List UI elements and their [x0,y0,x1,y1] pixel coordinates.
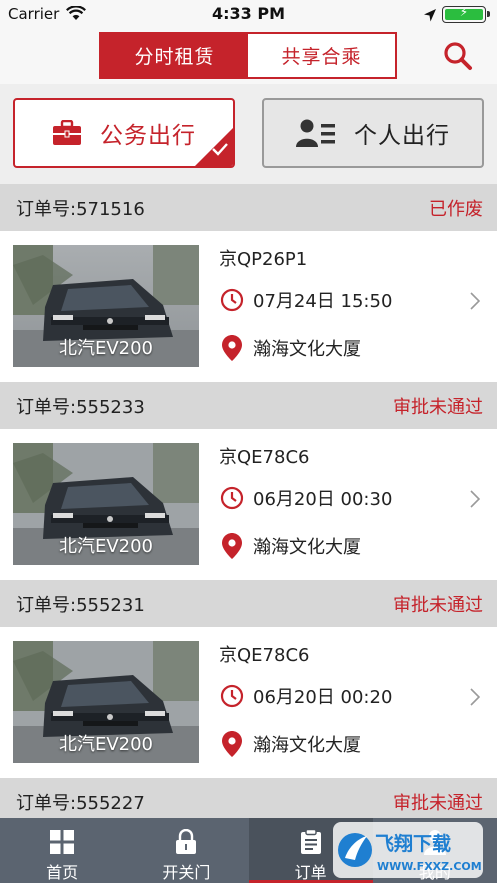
search-icon [438,42,478,80]
clock-icon [219,287,245,313]
order-number: 订单号:555227 [16,792,145,814]
grid-icon [49,829,75,855]
tab-carpool[interactable]: 共享合乘 [248,34,395,77]
order-location-row: 瀚海文化大厦 [219,533,361,559]
top-navigation: 分时租赁 共享合乘 [0,28,497,84]
order-status: 已作废 [429,198,483,220]
order-datetime: 06月20日 00:20 [253,687,393,708]
clock-icon [219,683,245,709]
order-status: 审批未通过 [393,594,483,616]
order-number: 订单号:555233 [16,396,145,418]
car-model-caption: 北汽EV200 [58,734,154,755]
order-location-row: 瀚海文化大厦 [219,335,361,361]
order-number: 订单号:555231 [16,594,145,616]
tab-home-label: 首页 [46,863,79,882]
official-trip-label: 公务出行 [100,123,196,149]
service-segmented-control: 分时租赁 共享合乘 [99,32,397,79]
tab-time-rental[interactable]: 分时租赁 [101,34,248,77]
tab-mine[interactable]: 我的 [373,818,497,883]
tab-orders[interactable]: 订单 [248,818,373,883]
personal-trip-button[interactable]: 个人出行 [262,98,484,168]
tab-home[interactable]: 首页 [0,818,124,883]
license-plate: 京QE78C6 [219,447,310,468]
order-time-row: 07月24日 15:50 [219,287,392,313]
order-status: 审批未通过 [393,396,483,418]
order-time-row: 06月20日 00:20 [219,683,392,709]
clock-icon [219,485,245,511]
car-model-caption: 北汽EV200 [58,536,154,557]
car-model-caption: 北汽EV200 [58,338,154,359]
chevron-right-icon [470,490,481,512]
order-status: 审批未通过 [393,792,483,814]
license-plate: 京QE78C6 [219,645,310,666]
order-header: 订单号:555231 审批未通过 [0,580,497,627]
order-number: 订单号:571516 [16,198,145,220]
lock-icon [175,829,197,855]
person-icon [423,829,447,855]
order-card[interactable]: 北汽EV200 京QP26P1 07月24日 15:50 瀚海文化大厦 [0,231,497,382]
order-location: 瀚海文化大厦 [253,537,361,558]
order-list: 订单号:571516 已作废 北汽EV200 京QP26P1 07月24日 15… [0,184,497,825]
order-card[interactable]: 北汽EV200 京QE78C6 06月20日 00:20 瀚海文化大厦 [0,627,497,778]
car-photo: 北汽EV200 [13,245,199,367]
tab-door[interactable]: 开关门 [124,818,248,883]
car-photo: 北汽EV200 [13,641,199,763]
person-list-icon [296,118,336,148]
location-arrow-icon [424,7,436,26]
search-button[interactable] [438,36,478,76]
tab-door-label: 开关门 [162,863,211,882]
clipboard-icon [300,829,322,855]
chevron-right-icon [470,292,481,314]
briefcase-icon [52,120,82,146]
order-time-row: 06月20日 00:30 [219,485,392,511]
map-pin-icon [219,335,245,361]
order-location: 瀚海文化大厦 [253,339,361,360]
order-card[interactable]: 北汽EV200 京QE78C6 06月20日 00:30 瀚海文化大厦 [0,429,497,580]
map-pin-icon [219,533,245,559]
bottom-tab-bar: 首页 开关门 订单 我的 [0,818,497,883]
battery-icon: ⚡ [442,5,490,23]
trip-mode-bar: 公务出行 个人出行 [0,84,497,182]
chevron-right-icon [470,688,481,710]
order-location: 瀚海文化大厦 [253,735,361,756]
license-plate: 京QP26P1 [219,249,308,270]
personal-trip-label: 个人出行 [354,123,450,149]
clock-time: 4:33 PM [211,4,285,23]
official-trip-button[interactable]: 公务出行 [13,98,235,168]
order-location-row: 瀚海文化大厦 [219,731,361,757]
car-photo: 北汽EV200 [13,443,199,565]
map-pin-icon [219,731,245,757]
order-header: 订单号:555233 审批未通过 [0,382,497,429]
tab-mine-label: 我的 [418,863,451,882]
checkmark-icon [211,136,229,162]
status-bar: Carrier 4:33 PM ⚡ [0,0,497,28]
order-datetime: 06月20日 00:30 [253,489,393,510]
order-datetime: 07月24日 15:50 [253,291,393,312]
order-header: 订单号:571516 已作废 [0,184,497,231]
